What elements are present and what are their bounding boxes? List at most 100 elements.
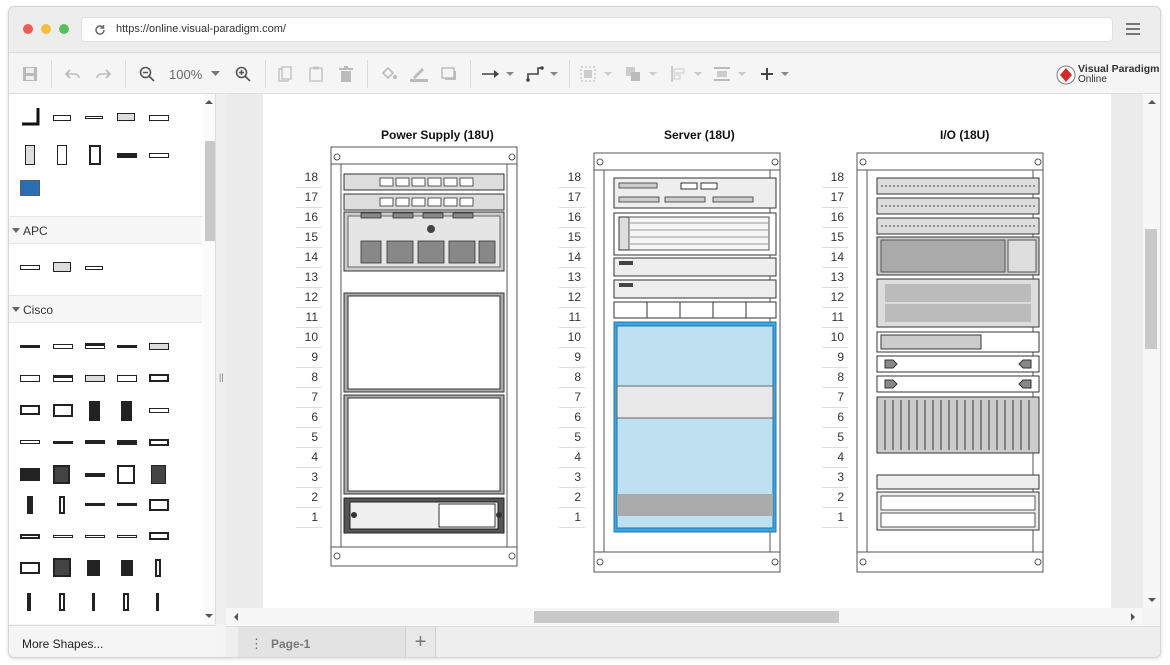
tower-server-shape[interactable] (57, 145, 67, 165)
cisco-shape[interactable] (20, 405, 40, 415)
save-icon[interactable] (20, 63, 40, 85)
splitter-handle-icon[interactable]: || (219, 372, 224, 382)
cisco-shape[interactable] (156, 593, 159, 611)
rack-panel-shape[interactable] (117, 113, 135, 121)
cisco-shape[interactable] (53, 441, 73, 444)
cisco-shape[interactable] (117, 440, 137, 445)
cisco-shape[interactable] (59, 593, 65, 611)
cisco-shape[interactable] (149, 343, 169, 350)
apc-strip-shape[interactable] (85, 266, 103, 270)
shadow-icon[interactable] (439, 63, 459, 85)
cisco-shape[interactable] (20, 345, 40, 348)
align-icon[interactable] (669, 63, 705, 85)
cisco-shape[interactable] (85, 535, 105, 538)
section-apc[interactable]: APC (9, 216, 202, 244)
cisco-shape[interactable] (85, 343, 105, 349)
zoom-in-icon[interactable] (233, 63, 253, 85)
apc-pdu-shape[interactable] (20, 265, 40, 270)
cisco-shape[interactable] (20, 468, 40, 481)
reload-icon[interactable] (94, 24, 106, 36)
cisco-shape[interactable] (53, 535, 73, 538)
apc-ups-shape[interactable] (53, 262, 71, 272)
group-icon[interactable] (579, 63, 615, 85)
cisco-shape[interactable] (53, 558, 71, 577)
canvas-horizontal-scroll-thumb[interactable] (534, 611, 839, 623)
browser-menu-icon[interactable] (1126, 23, 1140, 35)
cisco-shape[interactable] (53, 375, 73, 382)
cisco-shape[interactable] (151, 465, 166, 484)
rack-io[interactable] (856, 152, 1044, 573)
rack-rail-shape[interactable] (85, 116, 103, 119)
more-shapes-button[interactable]: More Shapes... (9, 625, 216, 657)
cisco-shape[interactable] (149, 439, 169, 446)
cisco-shape[interactable] (117, 535, 137, 538)
panel-splitter[interactable]: || (216, 94, 226, 624)
rack-power-supply[interactable] (330, 146, 518, 567)
tower-case-shape[interactable] (89, 145, 101, 165)
cisco-shape[interactable] (85, 440, 105, 444)
cisco-shape[interactable] (92, 593, 95, 611)
add-icon[interactable] (759, 63, 793, 85)
rack-server[interactable] (593, 152, 781, 573)
tower-shape[interactable] (25, 145, 35, 165)
cisco-shape[interactable] (117, 465, 135, 484)
maximize-window-icon[interactable] (59, 24, 69, 34)
cisco-shape[interactable] (149, 499, 169, 511)
cisco-shape[interactable] (27, 496, 33, 514)
canvas-vertical-scroll-thumb[interactable] (1145, 229, 1157, 349)
connector-route-icon[interactable] (525, 63, 559, 85)
close-window-icon[interactable] (23, 24, 33, 34)
distribute-icon[interactable] (713, 63, 749, 85)
rack-shelf-shape[interactable] (53, 115, 71, 121)
scroll-down-icon[interactable] (1147, 596, 1157, 604)
scroll-down-icon[interactable] (204, 612, 214, 620)
cisco-shape[interactable] (53, 465, 70, 484)
router-shape[interactable] (149, 153, 169, 158)
scroll-right-icon[interactable] (1129, 612, 1137, 622)
zoom-level[interactable]: 100% (169, 67, 202, 82)
scroll-up-icon[interactable] (204, 98, 214, 106)
cisco-shape[interactable] (149, 374, 169, 382)
cisco-shape[interactable] (149, 408, 169, 413)
minimize-window-icon[interactable] (41, 24, 51, 34)
scroll-left-icon[interactable] (232, 612, 240, 622)
cisco-shape[interactable] (85, 375, 105, 382)
cisco-shape[interactable] (20, 440, 40, 444)
cisco-shape[interactable] (53, 344, 73, 349)
cisco-shape[interactable] (20, 534, 40, 539)
copy-icon[interactable] (275, 63, 295, 85)
cisco-shape[interactable] (89, 401, 100, 421)
canvas-vertical-scrollbar[interactable] (1143, 94, 1160, 608)
arrange-icon[interactable] (624, 63, 660, 85)
zoom-out-icon[interactable] (137, 63, 157, 85)
cisco-shape[interactable] (117, 345, 137, 348)
line-color-icon[interactable] (408, 63, 430, 85)
cisco-shape[interactable] (123, 593, 129, 611)
switch-shape[interactable] (117, 153, 137, 158)
cisco-shape[interactable] (53, 404, 73, 417)
zoom-dropdown-icon[interactable] (209, 63, 221, 85)
page-tab[interactable]: ⋮ Page-1 (238, 627, 406, 657)
cisco-shape[interactable] (85, 503, 105, 506)
rack-corner-shape[interactable] (20, 106, 40, 126)
cisco-shape[interactable] (117, 375, 137, 382)
monitor-shape[interactable] (20, 180, 40, 196)
undo-icon[interactable] (63, 63, 83, 85)
cisco-shape[interactable] (20, 562, 40, 574)
paste-icon[interactable] (306, 63, 326, 85)
add-page-button[interactable]: + (406, 627, 436, 657)
section-cisco[interactable]: Cisco (9, 295, 202, 323)
connector-style-icon[interactable] (481, 63, 515, 85)
cisco-shape[interactable] (155, 559, 161, 577)
page-menu-icon[interactable]: ⋮ (250, 636, 263, 652)
delete-icon[interactable] (336, 63, 356, 85)
rack-unit-shape[interactable] (149, 115, 169, 121)
cisco-shape[interactable] (20, 375, 40, 382)
fill-color-icon[interactable] (378, 63, 400, 85)
cisco-shape[interactable] (117, 503, 137, 506)
cisco-shape[interactable] (121, 560, 133, 576)
sidebar-scroll-thumb[interactable] (205, 141, 215, 241)
cisco-shape[interactable] (121, 401, 132, 421)
cisco-shape[interactable] (87, 560, 100, 576)
redo-icon[interactable] (93, 63, 113, 85)
